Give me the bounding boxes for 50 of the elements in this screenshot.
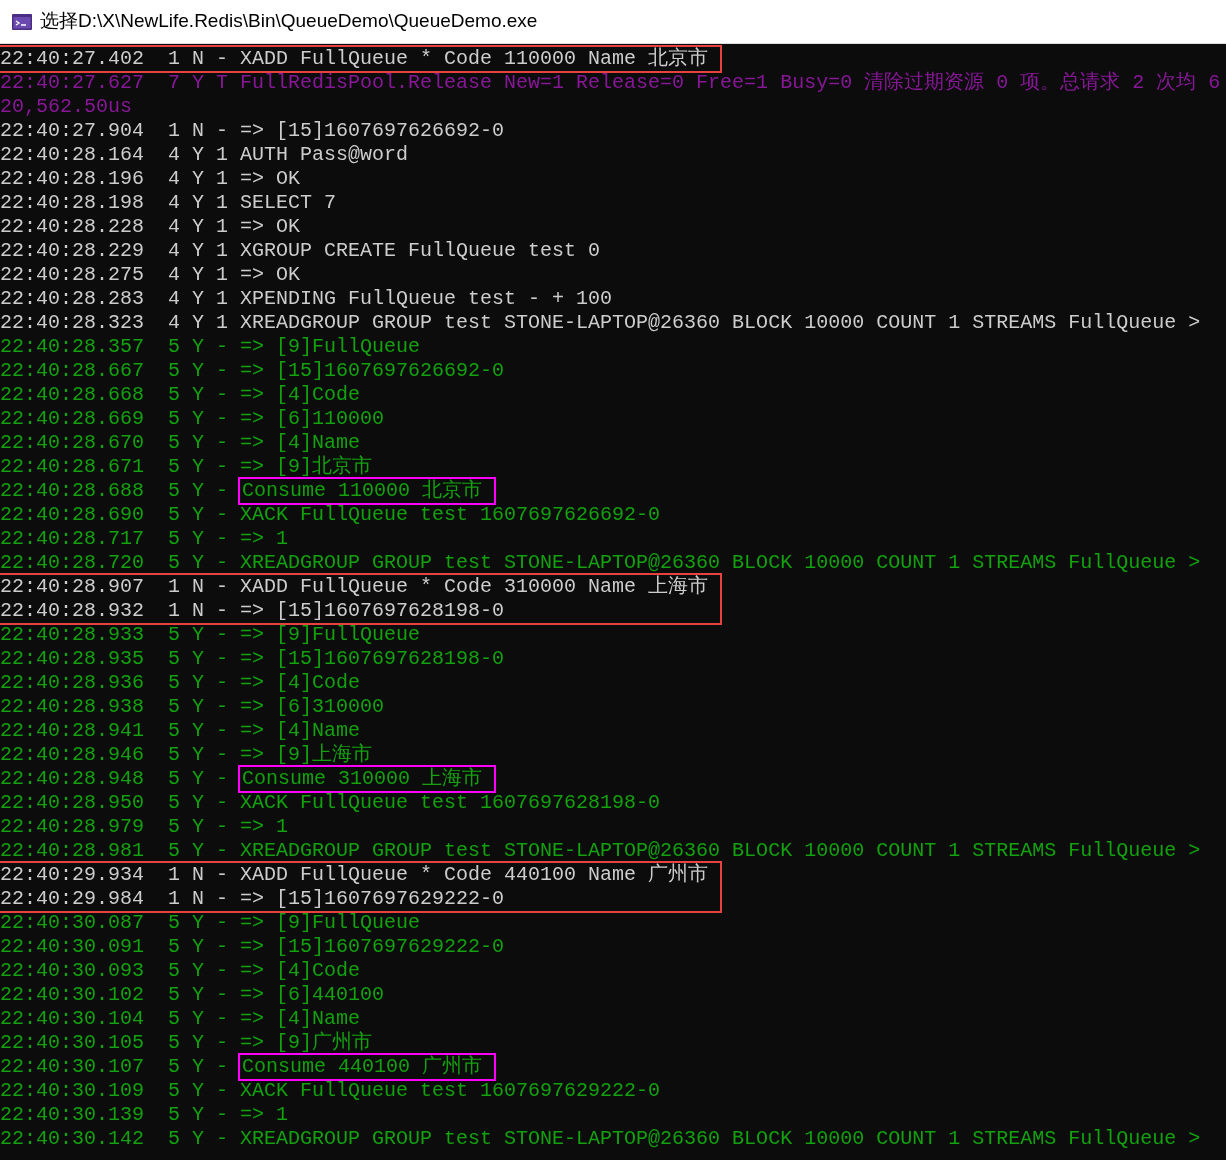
console-line: 22:40:28.688 5 Y - — [0, 479, 229, 503]
console-line: 22:40:28.669 5 Y - => [6]110000 — [0, 407, 386, 431]
console-line: 22:40:28.164 4 Y 1 AUTH Pass@word — [0, 143, 410, 167]
console-line: 22:40:28.941 5 Y - => [4]Name — [0, 719, 362, 743]
console-line: 22:40:28.198 4 Y 1 SELECT 7 — [0, 191, 338, 215]
highlighted-message: Consume 440100 广州市 — [240, 1055, 495, 1079]
console-line: 22:40:28.946 5 Y - => [9]上海市 — [0, 743, 374, 767]
window-title: 选择D:\X\NewLife.Redis\Bin\QueueDemo\QueueDemo.exe — [40, 9, 538, 34]
console-line: 22:40:28.950 5 Y - XACK FullQueue test 1607697628198-0 — [0, 791, 662, 815]
console-line: 22:40:28.357 5 Y - => [9]FullQueue — [0, 335, 422, 359]
console-app-icon — [12, 13, 32, 30]
console-line: 22:40:30.087 5 Y - => [9]FullQueue — [0, 911, 422, 935]
console-line: 22:40:30.105 5 Y - => [9]广州市 — [0, 1031, 374, 1055]
console-line: 22:40:28.323 4 Y 1 XREADGROUP GROUP test STONE-LAPTOP@26360 BLOCK 10000 COUNT 1 STREAMS FullQueue > — [0, 311, 1202, 335]
console-line: 22:40:28.979 5 Y - => 1 — [0, 815, 290, 839]
console-line: 22:40:30.139 5 Y - => 1 — [0, 1103, 290, 1127]
console-line: 22:40:28.936 5 Y - => [4]Code — [0, 671, 362, 695]
console-line: 22:40:30.104 5 Y - => [4]Name — [0, 1007, 362, 1031]
console-line: 22:40:28.720 5 Y - XREADGROUP GROUP test STONE-LAPTOP@26360 BLOCK 10000 COUNT 1 STREAMS FullQueue > — [0, 551, 1202, 575]
console-line: 22:40:27.904 1 N - => [15]1607697626692-0 — [0, 119, 506, 143]
console-line: 22:40:28.228 4 Y 1 => OK — [0, 215, 302, 239]
console-line: 22:40:28.667 5 Y - => [15]1607697626692-0 — [0, 359, 506, 383]
console-line: 22:40:29.984 1 N - => [15]1607697629222-0 — [0, 887, 506, 911]
console-line: 22:40:28.981 5 Y - XREADGROUP GROUP test STONE-LAPTOP@26360 BLOCK 10000 COUNT 1 STREAMS FullQueue > — [0, 839, 1202, 863]
console-line: 22:40:30.107 5 Y - — [0, 1055, 229, 1079]
console-line: 22:40:30.102 5 Y - => [6]440100 — [0, 983, 386, 1007]
console-line: 22:40:28.283 4 Y 1 XPENDING FullQueue test - + 100 — [0, 287, 614, 311]
console-line: 22:40:28.717 5 Y - => 1 — [0, 527, 290, 551]
console-line: 22:40:29.934 1 N - XADD FullQueue * Code 440100 Name 广州市 — [0, 863, 709, 887]
console-line: 22:40:28.275 4 Y 1 => OK — [0, 263, 302, 287]
console-line: 22:40:27.402 1 N - XADD FullQueue * Code 110000 Name 北京市 — [0, 47, 709, 71]
console-line: 22:40:28.935 5 Y - => [15]1607697628198-0 — [0, 647, 506, 671]
console-line: 22:40:30.091 5 Y - => [15]1607697629222-0 — [0, 935, 506, 959]
highlighted-message: Consume 110000 北京市 — [240, 479, 495, 503]
highlighted-message: Consume 310000 上海市 — [240, 767, 495, 791]
console-line: 22:40:28.229 4 Y 1 XGROUP CREATE FullQueue test 0 — [0, 239, 602, 263]
console-line: 22:40:28.948 5 Y - — [0, 767, 229, 791]
console-line: 22:40:28.938 5 Y - => [6]310000 — [0, 695, 386, 719]
console-line: 22:40:28.670 5 Y - => [4]Name — [0, 431, 362, 455]
console-line: 22:40:30.093 5 Y - => [4]Code — [0, 959, 362, 983]
console-line: 22:40:30.142 5 Y - XREADGROUP GROUP test STONE-LAPTOP@26360 BLOCK 10000 COUNT 1 STREAMS FullQueue > — [0, 1127, 1202, 1151]
console-line: 22:40:28.933 5 Y - => [9]FullQueue — [0, 623, 422, 647]
console-line: 22:40:28.932 1 N - => [15]1607697628198-0 — [0, 599, 506, 623]
console-line: 22:40:28.668 5 Y - => [4]Code — [0, 383, 362, 407]
console-line: 22:40:28.907 1 N - XADD FullQueue * Code 310000 Name 上海市 — [0, 575, 709, 599]
console-line: 22:40:30.109 5 Y - XACK FullQueue test 1607697629222-0 — [0, 1079, 662, 1103]
console-line: 22:40:27.627 7 Y T FullRedisPool.Release New=1 Release=0 Free=1 Busy=0 清除过期资源 0 项。总请求 2 次均 620,562.50us — [0, 71, 1222, 119]
console-line: 22:40:28.671 5 Y - => [9]北京市 — [0, 455, 374, 479]
console-line: 22:40:28.196 4 Y 1 => OK — [0, 167, 302, 191]
console-line: 22:40:28.690 5 Y - XACK FullQueue test 1607697626692-0 — [0, 503, 662, 527]
